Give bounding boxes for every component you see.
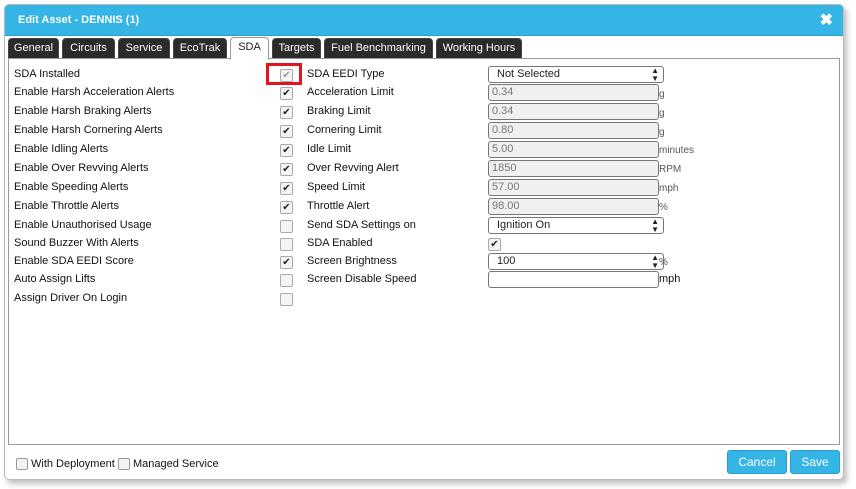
close-icon[interactable]: ✖ <box>820 10 833 30</box>
select-value: 100 <box>497 255 516 267</box>
send-sda-settings-select[interactable]: Ignition On ▲ ▼ <box>488 217 664 234</box>
tab-circuits[interactable]: Circuits <box>62 38 115 58</box>
sda-settings-panel: SDA Installed ✔ Enable Harsh Acceleratio… <box>8 58 840 445</box>
option-label: Assign Driver On Login <box>14 292 128 304</box>
save-button[interactable]: Save <box>790 450 840 474</box>
harsh-cornering-checkbox[interactable]: ✔ <box>280 125 293 138</box>
option-label: Sound Buzzer With Alerts <box>14 237 139 249</box>
select-arrows-icon: ▲ ▼ <box>651 253 659 270</box>
sound-buzzer-checkbox[interactable] <box>280 238 293 251</box>
managed-service-checkbox[interactable] <box>118 458 130 470</box>
select-arrows-icon: ▲ ▼ <box>651 217 659 234</box>
braking-limit-input[interactable]: 0.34 <box>488 103 659 120</box>
field-label: SDA Enabled <box>307 237 373 249</box>
cancel-button[interactable]: Cancel <box>727 450 787 474</box>
throttle-checkbox[interactable]: ✔ <box>280 201 293 214</box>
field-label: Over Revving Alert <box>307 162 399 174</box>
field-label: Throttle Alert <box>307 200 370 212</box>
option-label: Enable Speeding Alerts <box>14 181 129 193</box>
tab-targets[interactable]: Targets <box>272 38 321 58</box>
idle-limit-input[interactable]: 5.00 <box>488 141 659 158</box>
option-label: Enable Unauthorised Usage <box>14 219 152 231</box>
auto-assign-lifts-checkbox[interactable] <box>280 274 293 287</box>
assign-driver-login-checkbox[interactable] <box>280 293 293 306</box>
option-label: Enable Harsh Cornering Alerts <box>14 124 163 136</box>
option-label: Enable Over Revving Alerts <box>14 162 149 174</box>
edit-asset-dialog: Edit Asset - DENNIS (1) ✖ General Circui… <box>4 4 844 480</box>
idling-checkbox[interactable]: ✔ <box>280 144 293 157</box>
field-label: Cornering Limit <box>307 124 382 136</box>
eedi-score-checkbox[interactable]: ✔ <box>280 256 293 269</box>
tab-bar: General Circuits Service EcoTrak SDA Tar… <box>5 36 843 60</box>
option-label: Enable SDA EEDI Score <box>14 255 134 267</box>
throttle-alert-input[interactable]: 98.00 <box>488 198 659 215</box>
screen-disable-speed-input[interactable] <box>488 271 659 288</box>
option-label: Enable Harsh Braking Alerts <box>14 105 152 117</box>
tab-general[interactable]: General <box>8 38 59 58</box>
speeding-checkbox[interactable]: ✔ <box>280 182 293 195</box>
unit-label: g <box>659 108 665 119</box>
over-revving-alert-input[interactable]: 1850 <box>488 160 659 177</box>
managed-service-label: Managed Service <box>133 458 219 470</box>
over-revving-checkbox[interactable]: ✔ <box>280 163 293 176</box>
tab-service[interactable]: Service <box>118 38 170 58</box>
field-label: Speed Limit <box>307 181 366 193</box>
with-deployment-checkbox[interactable] <box>16 458 28 470</box>
highlight-box <box>266 63 302 85</box>
unit-label: g <box>659 89 665 100</box>
acceleration-limit-input[interactable]: 0.34 <box>488 84 659 101</box>
select-value: Ignition On <box>497 219 551 231</box>
field-label: Acceleration Limit <box>307 86 394 98</box>
select-arrows-icon: ▲ ▼ <box>651 66 659 83</box>
option-label: Enable Idling Alerts <box>14 143 109 155</box>
field-label: Screen Brightness <box>307 255 397 267</box>
select-value: Not Selected <box>497 68 560 80</box>
option-label: Enable Harsh Acceleration Alerts <box>14 86 175 98</box>
dialog-footer: With Deployment Managed Service Cancel S… <box>5 446 843 479</box>
cornering-limit-input[interactable]: 0.80 <box>488 122 659 139</box>
tab-working-hours[interactable]: Working Hours <box>436 38 522 58</box>
dialog-title: Edit Asset - DENNIS (1) <box>18 14 140 26</box>
unit-label: g <box>659 127 665 138</box>
speed-limit-input[interactable]: 57.00 <box>488 179 659 196</box>
field-label: Screen Disable Speed <box>307 273 417 285</box>
with-deployment-label: With Deployment <box>31 458 115 470</box>
screen-brightness-select[interactable]: 100 ▲ ▼ <box>488 253 664 270</box>
field-label: Send SDA Settings on <box>307 219 416 231</box>
dialog-titlebar: Edit Asset - DENNIS (1) ✖ <box>5 5 843 36</box>
unit-label: % <box>659 257 668 268</box>
unit-label: mph <box>659 273 681 285</box>
unit-label: mph <box>659 183 679 194</box>
option-label: Enable Throttle Alerts <box>14 200 119 212</box>
tab-sda[interactable]: SDA <box>230 37 269 60</box>
sda-eedi-type-select[interactable]: Not Selected ▲ ▼ <box>488 66 664 83</box>
option-label: SDA Installed <box>14 68 81 80</box>
sda-enabled-checkbox[interactable]: ✔ <box>488 238 501 251</box>
tab-fuel-benchmarking[interactable]: Fuel Benchmarking <box>324 38 433 58</box>
unit-label: minutes <box>659 145 695 156</box>
harsh-braking-checkbox[interactable]: ✔ <box>280 106 293 119</box>
field-label: Idle Limit <box>307 143 352 155</box>
field-label: Braking Limit <box>307 105 371 117</box>
unit-label: RPM <box>659 164 682 175</box>
option-label: Auto Assign Lifts <box>14 273 96 285</box>
tab-ecotrak[interactable]: EcoTrak <box>173 38 227 58</box>
unauthorised-usage-checkbox[interactable] <box>280 220 293 233</box>
field-label: SDA EEDI Type <box>307 68 385 80</box>
harsh-acceleration-checkbox[interactable]: ✔ <box>280 87 293 100</box>
unit-label: % <box>659 202 668 213</box>
